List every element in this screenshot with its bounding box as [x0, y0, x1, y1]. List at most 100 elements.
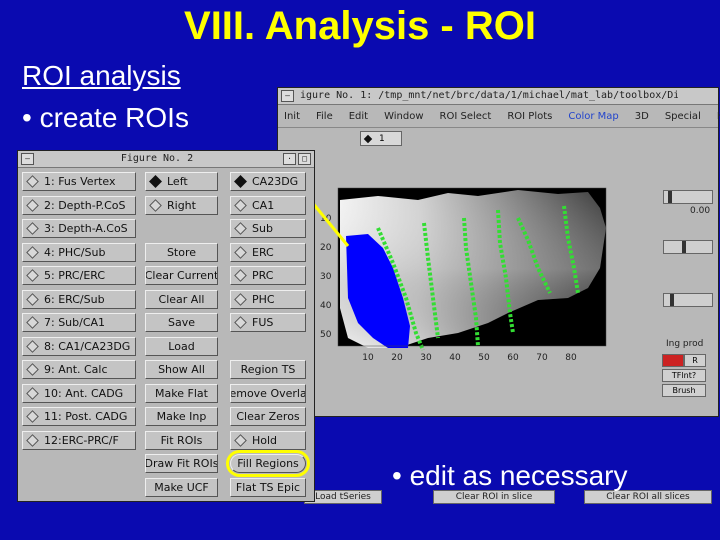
right-toggle-button[interactable]: R: [684, 354, 706, 367]
fig2-button-label: Save: [167, 316, 195, 329]
menu-item-window[interactable]: Window: [384, 111, 423, 122]
fig2-button-3-depth-a-cos[interactable]: 3: Depth-A.CoS: [22, 219, 136, 238]
fig2-button-4-phc-sub[interactable]: 4: PHC/Sub: [22, 242, 136, 262]
tfint-button[interactable]: TFlnt?: [662, 369, 706, 382]
fig2-button-make-inp[interactable]: Make Inp: [145, 407, 218, 426]
y-tick-label: 40: [320, 301, 332, 311]
fig2-button-fus[interactable]: FUS: [230, 313, 306, 332]
menu-item-roi-select[interactable]: ROI Select: [440, 111, 492, 122]
maximize-icon[interactable]: □: [298, 153, 311, 165]
fig2-button-1-fus-vertex[interactable]: 1: Fus Vertex: [22, 172, 136, 191]
radio-icon: [26, 339, 39, 353]
fig2-button-label: Sub: [252, 222, 273, 235]
fig2-button-flat-ts-epic[interactable]: Flat TS Epic: [230, 477, 306, 497]
fig2-button-sub[interactable]: Sub: [230, 219, 306, 238]
fig2-titlebar[interactable]: – Figure No. 2 · □: [18, 151, 314, 168]
window-menu-icon[interactable]: –: [21, 153, 34, 165]
slice-selector-button[interactable]: 1: [360, 131, 402, 146]
fig2-button-12-erc-prc-f[interactable]: 12:ERC-PRC/F: [22, 430, 136, 450]
fig2-button-hold[interactable]: Hold: [230, 430, 306, 450]
fig2-button-label: 7: Sub/CA1: [44, 316, 106, 329]
fig2-button-label: ERC: [252, 245, 274, 259]
fig2-button-label: 4: PHC/Sub: [44, 245, 106, 259]
menu-item-roi-plots[interactable]: ROI Plots: [507, 111, 552, 122]
fig2-button-show-all[interactable]: Show All: [145, 360, 218, 379]
diamond-icon: [363, 134, 373, 143]
fig2-button-clear-all[interactable]: Clear All: [145, 289, 218, 309]
radio-icon: [26, 316, 39, 329]
fig2-button-fill-regions[interactable]: Fill Regions: [226, 450, 310, 477]
brain-image-plot[interactable]: 10 20 30 40 50 10 20 30 40 50 60 70 80: [320, 187, 607, 446]
radio-icon: [234, 433, 247, 447]
fig2-button-save[interactable]: Save: [145, 313, 218, 332]
fig2-button-label: Left: [167, 175, 188, 188]
fig2-button-9-ant-calc[interactable]: 9: Ant. Calc: [22, 360, 136, 379]
fig2-button-5-prc-erc[interactable]: 5: PRC/ERC: [22, 266, 136, 285]
fig2-button-store[interactable]: Store: [145, 242, 218, 262]
fig2-button-label: 2: Depth-P.CoS: [44, 198, 126, 212]
brightness-slider[interactable]: [663, 240, 713, 254]
fig2-button-right[interactable]: Right: [145, 195, 218, 215]
slider-knob[interactable]: [668, 191, 672, 203]
menu-item-init[interactable]: Init: [284, 111, 300, 122]
left-toggle-button[interactable]: [662, 354, 684, 367]
menu-item-file[interactable]: File: [316, 111, 333, 122]
window-menu-icon[interactable]: –: [281, 90, 294, 102]
main-window-titlebar[interactable]: – igure No. 1: /tmp_mnt/net/brc/data/1/m…: [278, 88, 718, 105]
fig2-button-6-erc-sub[interactable]: 6: ERC/Sub: [22, 289, 136, 309]
fig2-button-2-depth-p-cos[interactable]: 2: Depth-P.CoS: [22, 195, 136, 215]
radio-icon: [26, 433, 39, 447]
fig2-button-load[interactable]: Load: [145, 336, 218, 356]
side-label-ing-prod: Ing prod: [666, 339, 704, 349]
fig2-button-region-ts[interactable]: Region TS: [230, 360, 306, 379]
fig2-button-label: 12:ERC-PRC/F: [44, 433, 119, 447]
fig2-button-ca1[interactable]: CA1: [230, 195, 306, 215]
slice-slider[interactable]: [663, 293, 713, 307]
fig2-button-draw-fit-rois[interactable]: Draw Fit ROIs: [145, 454, 218, 473]
fig2-button-clear-zeros[interactable]: Clear Zeros: [230, 407, 306, 426]
load-tseries-button[interactable]: Load tSeries: [304, 490, 382, 504]
clear-roi-all-slices-button[interactable]: Clear ROI all slices: [584, 490, 712, 504]
fig2-button-label: 6: ERC/Sub: [44, 292, 105, 306]
fig2-button-label: 1: Fus Vertex: [44, 175, 116, 188]
figure-2-window: – Figure No. 2 · □ 1: Fus Vertex 2: Depth…: [17, 150, 315, 502]
fig2-button-label: Flat TS Epic: [235, 480, 301, 494]
contrast-slider[interactable]: [663, 190, 713, 204]
fig2-button-fit-rois[interactable]: Fit ROIs: [145, 430, 218, 450]
fig2-button-make-flat[interactable]: Make Flat: [145, 383, 218, 403]
fig2-button-remove-overlap[interactable]: Remove Overlap: [230, 383, 306, 403]
fig2-button-left[interactable]: Left: [145, 172, 218, 191]
menu-item-edit[interactable]: Edit: [349, 111, 368, 122]
menu-item-color-map[interactable]: Color Map: [568, 111, 618, 122]
fig2-button-11-post-cadg[interactable]: 11: Post. CADG: [22, 407, 136, 426]
fig2-button-ca23dg[interactable]: CA23DG: [230, 172, 306, 191]
fig2-button-phc[interactable]: PHC: [230, 289, 306, 309]
radio-icon: [234, 222, 247, 235]
clear-roi-slice-button[interactable]: Clear ROI in slice: [433, 490, 555, 504]
x-tick-label: 40: [449, 353, 461, 363]
minimize-icon[interactable]: ·: [283, 153, 296, 165]
side-value: 0.00: [690, 206, 711, 216]
radio-icon: [149, 198, 162, 212]
fig2-button-7-sub-ca1[interactable]: 7: Sub/CA1: [22, 313, 136, 332]
x-tick-label: 50: [478, 353, 490, 363]
brush-button[interactable]: Brush: [662, 384, 706, 397]
fig2-button-label: CA1: [252, 198, 275, 212]
fig2-button-make-ucf[interactable]: Make UCF: [145, 477, 218, 497]
fig2-button-label: 11: Post. CADG: [44, 410, 128, 423]
menu-item-3d[interactable]: 3D: [635, 111, 649, 122]
fig2-button-8-ca1-ca23dg[interactable]: 8: CA1/CA23DG: [22, 336, 136, 356]
slider-knob[interactable]: [682, 241, 686, 253]
menu-item-special[interactable]: Special: [665, 111, 701, 122]
radio-icon: [26, 292, 39, 306]
slice-selector-label: 1: [379, 133, 385, 144]
x-tick-label: 30: [420, 353, 432, 363]
slider-knob[interactable]: [670, 294, 674, 306]
fig2-button-label: Load: [168, 339, 195, 353]
fig2-button-prc[interactable]: PRC: [230, 266, 306, 285]
fig2-button-10-ant-cadg[interactable]: 10: Ant. CADG: [22, 383, 136, 403]
fig2-button-clear-current[interactable]: Clear Current: [145, 266, 218, 285]
fig2-button-erc[interactable]: ERC: [230, 242, 306, 262]
fig2-button-label: FUS: [252, 316, 274, 329]
x-axis-ticks: 10 20 30 40 50 60 70 80: [362, 353, 577, 363]
